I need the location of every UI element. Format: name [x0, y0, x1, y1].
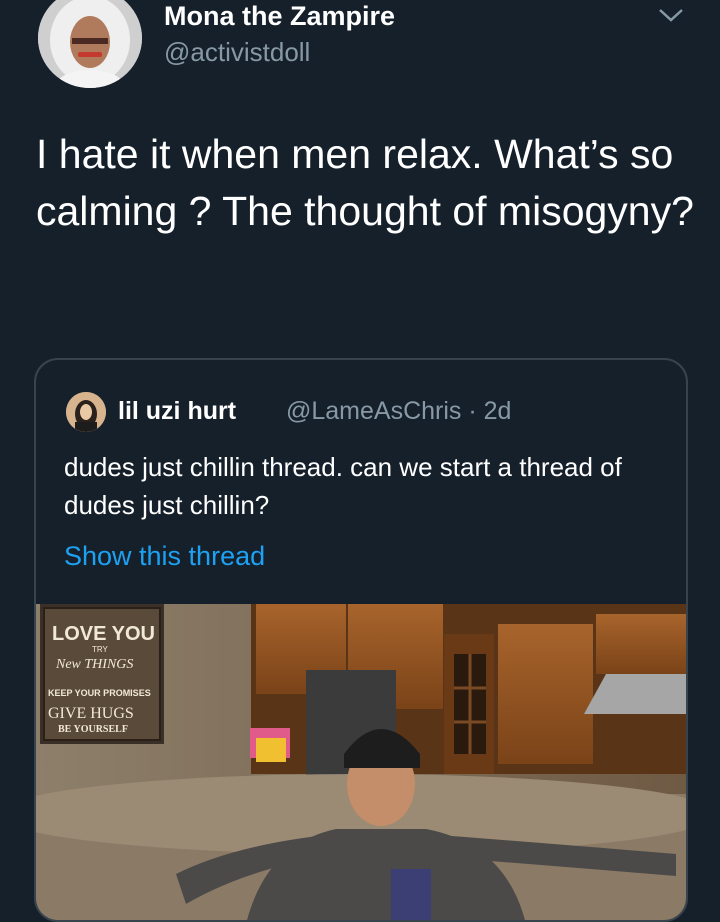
quoted-tweet-text: dudes just chillin thread. can we start …: [64, 452, 622, 520]
quoted-tweet-photo[interactable]: LOVE YOU TRY New THINGS KEEP YOUR PROMIS…: [36, 604, 686, 920]
sign-line-6: BE YOURSELF: [58, 724, 128, 735]
chevron-down-icon[interactable]: [654, 4, 688, 26]
tweet-text: I hate it when men relax. What’s so calm…: [36, 131, 694, 234]
author-handle[interactable]: @activistdoll: [164, 36, 310, 68]
author-display-name[interactable]: Mona the Zampire: [164, 0, 395, 32]
sign-line-1: LOVE YOU: [52, 623, 155, 645]
quoted-tweet-card[interactable]: lil uzi hurt @LameAsChris · 2d dudes jus…: [34, 358, 688, 922]
sign-line-2: TRY: [92, 645, 109, 654]
sign-line-3: New THINGS: [55, 657, 133, 672]
show-thread-link[interactable]: Show this thread: [64, 538, 265, 574]
quoted-author-avatar[interactable]: [66, 392, 106, 432]
quoted-author-handle-time[interactable]: @LameAsChris · 2d: [286, 394, 511, 428]
sign-line-5: GIVE HUGS: [48, 705, 134, 722]
quoted-author-display-name[interactable]: lil uzi hurt: [118, 394, 236, 428]
author-avatar[interactable]: [38, 0, 142, 88]
sign-line-4: KEEP YOUR PROMISES: [48, 688, 151, 698]
